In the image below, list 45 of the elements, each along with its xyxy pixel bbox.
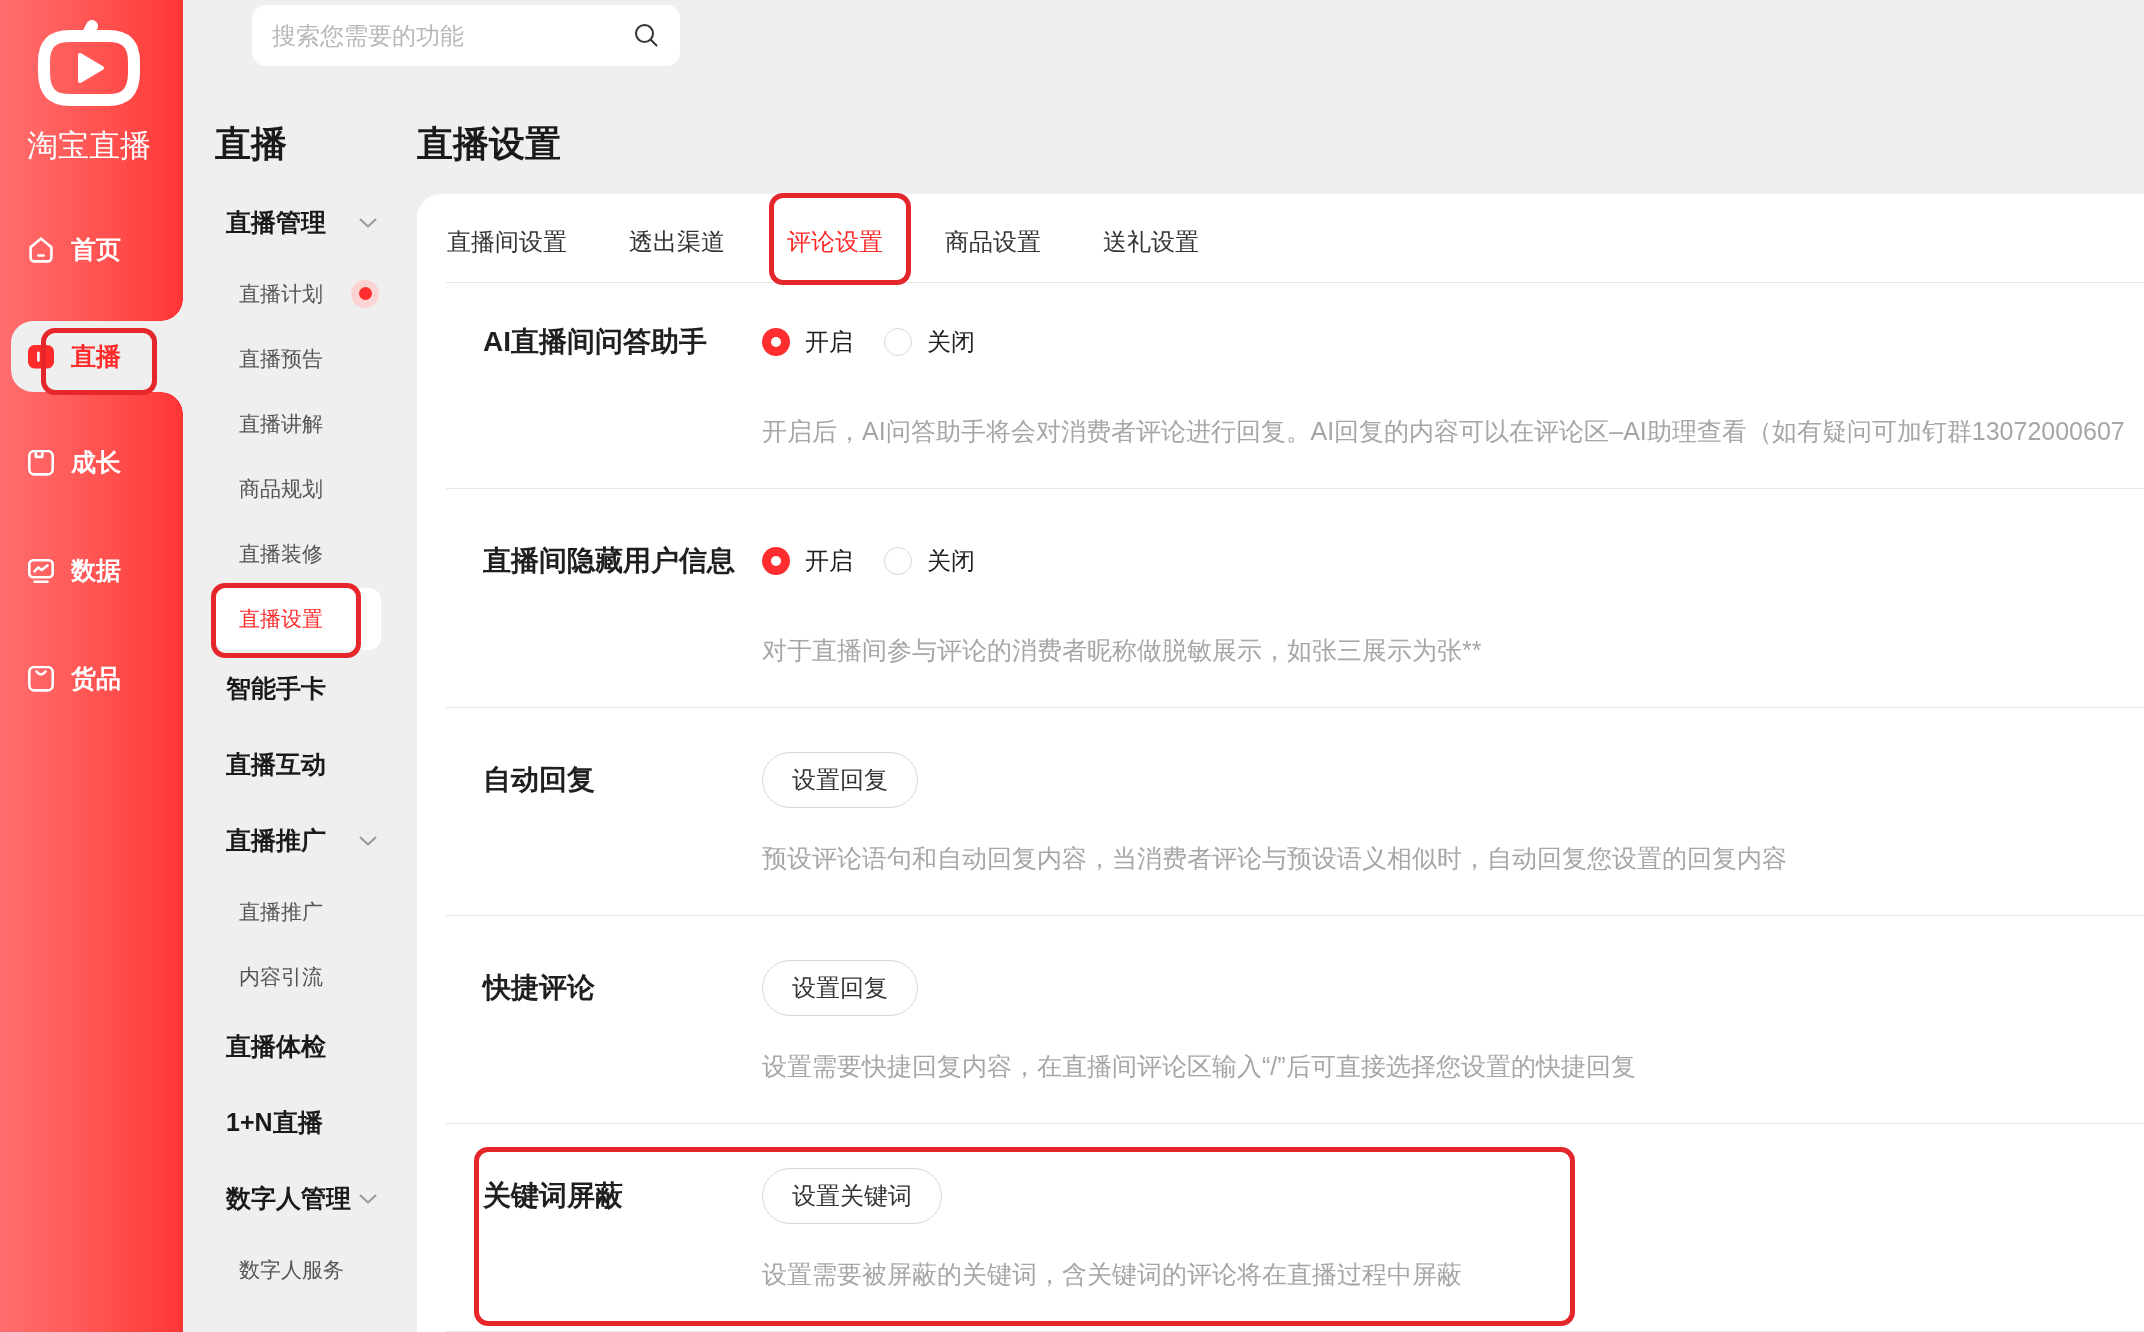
action-button[interactable]: 设置回复 bbox=[762, 752, 918, 808]
submenu-item[interactable]: 直播推广 bbox=[215, 880, 381, 943]
tab[interactable]: 评论设置 bbox=[787, 194, 883, 282]
radio-option[interactable]: 开启 bbox=[762, 543, 853, 579]
setting-description: 对于直播间参与评论的消费者昵称做脱敏展示，如张三展示为张** bbox=[762, 635, 1483, 666]
tab[interactable]: 透出渠道 bbox=[629, 194, 725, 282]
monitor-chart-icon bbox=[28, 558, 54, 584]
menu-item[interactable]: 直播体检 bbox=[215, 1009, 381, 1085]
tab[interactable]: 送礼设置 bbox=[1103, 194, 1199, 282]
setting-label: AI直播间问答助手 bbox=[483, 325, 708, 359]
setting-description: 设置需要快捷回复内容，在直播间评论区输入“/”后可直接选择您设置的快捷回复 bbox=[762, 1051, 1637, 1082]
submenu-item[interactable]: 数字人服务 bbox=[215, 1238, 381, 1301]
menu-group[interactable]: 直播管理 bbox=[215, 185, 381, 261]
home-icon bbox=[28, 237, 54, 263]
setting-label: 快捷评论 bbox=[483, 971, 596, 1005]
setting-description: 开启后，AI问答助手将会对消费者评论进行回复。AI回复的内容可以在评论区–AI助理查看（如有疑问可加钉群13072000607 bbox=[762, 416, 2126, 447]
setting-label: 关键词屏蔽 bbox=[483, 1179, 624, 1213]
setting-description: 设置需要被屏蔽的关键词，含关键词的评论将在直播过程中屏蔽 bbox=[762, 1259, 1463, 1290]
tab[interactable]: 直播间设置 bbox=[447, 194, 567, 282]
tab[interactable]: 商品设置 bbox=[945, 194, 1041, 282]
submenu-item[interactable]: 直播讲解 bbox=[215, 392, 381, 455]
radio-option[interactable]: 关闭 bbox=[884, 324, 975, 360]
search-icon[interactable] bbox=[634, 23, 658, 47]
action-button[interactable]: 设置关键词 bbox=[762, 1168, 942, 1224]
submenu-item[interactable]: 直播计划 bbox=[215, 262, 381, 325]
menu-group[interactable]: 数字人管理 bbox=[215, 1161, 381, 1237]
section-title: 直播 bbox=[214, 122, 288, 166]
radio-option[interactable]: 开启 bbox=[762, 324, 853, 360]
radio-option[interactable]: 关闭 bbox=[884, 543, 975, 579]
menu-group[interactable]: 直播推广 bbox=[215, 803, 381, 879]
submenu-item[interactable]: 直播装修 bbox=[215, 522, 381, 585]
action-button[interactable]: 设置回复 bbox=[762, 960, 918, 1016]
submenu-item[interactable]: 内容引流 bbox=[215, 945, 381, 1008]
page-title: 直播设置 bbox=[417, 122, 562, 166]
menu-item[interactable]: 直播互动 bbox=[215, 727, 381, 803]
logo-text: 淘宝直播 bbox=[27, 128, 151, 164]
submenu-item[interactable]: 商品规划 bbox=[215, 457, 381, 520]
search-field[interactable]: 搜索您需要的功能 bbox=[252, 5, 680, 66]
menu-item[interactable]: 智能手卡 bbox=[215, 651, 381, 727]
menu-item[interactable]: 1+N直播 bbox=[215, 1085, 381, 1161]
setting-label: 自动回复 bbox=[483, 763, 596, 797]
setting-description: 预设评论语句和自动回复内容，当消费者评论与预设语义相似时，自动回复您设置的回复内容 bbox=[762, 843, 1788, 874]
setting-label: 直播间隐藏用户信息 bbox=[483, 544, 736, 578]
bag-icon bbox=[28, 666, 54, 692]
submenu-item[interactable]: 直播预告 bbox=[215, 327, 381, 390]
